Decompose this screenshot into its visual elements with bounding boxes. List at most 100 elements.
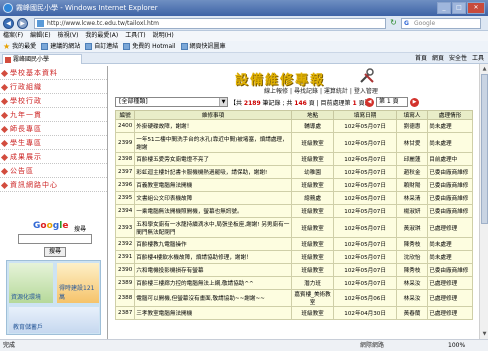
sidebar-item-notices[interactable]: 公告區 xyxy=(0,164,107,178)
status-bar: 完成 網際網路 100% xyxy=(0,339,488,351)
menu-help[interactable]: 說明(H) xyxy=(153,31,174,41)
table-row[interactable]: 2395 文書組公文印表機故障 總務處 102年05月07日 林采清 已委由廠商維修 xyxy=(114,191,473,205)
cell-subject[interactable]: 百義教室電腦無法開機 xyxy=(134,178,292,192)
favorite-item[interactable]: 自訂連結 xyxy=(85,41,118,52)
favorites-button[interactable]: ★ 我的最愛 xyxy=(3,41,36,52)
search-input[interactable]: G Google xyxy=(401,18,481,29)
sidebar-item-basic-info[interactable]: 學校基本資料 xyxy=(0,66,107,80)
table-row[interactable]: 2398 百齡樓五愛旁女廁電燈不亮了 班級教室 102年05月07日 邱麗蓮 目前處理中 xyxy=(114,152,473,166)
banner-construction[interactable]: 得時建設121萬 xyxy=(57,263,99,303)
favorite-item[interactable]: 網頁快訊圖庫 xyxy=(180,41,226,52)
cell-place: 總務處 xyxy=(290,191,335,205)
cell-date: 102年05月07日 xyxy=(333,250,397,264)
table-row[interactable]: 2394 一乘電腦無法開機照開機，螢幕也無訊號。 班級教室 102年05月07日 楊淑妍… xyxy=(114,204,473,218)
cell-subject[interactable]: 一年51二樓中間洗手台的水孔(靠近中間)被堵塞，煩請處理，謝謝 xyxy=(134,132,292,153)
cell-status: 已委由廠商維修 xyxy=(427,178,473,192)
banner-savings[interactable]: 教育儲蓄戶 xyxy=(9,307,99,333)
menu-tools[interactable]: 工具(T) xyxy=(125,31,145,41)
tab-bar: 霧峰國民小學 首頁 網頁 安全性 工具 xyxy=(0,53,488,64)
cell-subject[interactable]: 六和電機投影機損存有螢幕 xyxy=(134,263,292,277)
banner-environment[interactable]: 資源化環境 xyxy=(9,263,53,303)
sidebar-item-students[interactable]: 學生專區 xyxy=(0,136,107,150)
table-row[interactable]: 2389 百齡樓三樓廊力控的電腦無法上網,敬請協助^^ 潛力班 102年05月07日林… xyxy=(114,276,473,290)
close-button[interactable]: ✕ xyxy=(467,2,485,14)
table-header: 編號 維修事項 地點 填寫日期 填寫人 處理情形 xyxy=(114,110,473,120)
cell-subject[interactable]: 外掛硬碟故障，謝謝！ xyxy=(134,119,292,133)
table-row[interactable]: 2393 五和學女廁有一水龍持續滴水中,局張坐板座,謝謝! 另男廁有一間門無法配閉… xyxy=(114,217,473,238)
google-search-input[interactable] xyxy=(18,234,92,244)
table-row[interactable]: 2387 三孝教室電腦無法開機 班級教室 102年04月30日 黃春蘭 已處理修理 xyxy=(114,306,473,320)
address-bar: ◀ ▶ http://www.lcwe.tc.edu.tw/tailoxl.ht… xyxy=(0,16,488,31)
scroll-down-icon[interactable]: ▼ xyxy=(481,330,488,338)
cell-place: 班級教室 xyxy=(290,250,335,264)
link-stats[interactable]: 運算統計 xyxy=(324,88,348,95)
cell-date: 102年04月30日 xyxy=(333,306,397,320)
home-button[interactable]: 首頁 xyxy=(415,54,427,64)
page-select[interactable]: 第 1 頁 xyxy=(376,97,408,107)
zoom-level[interactable]: 100% xyxy=(448,340,465,351)
forward-button[interactable]: ▶ xyxy=(17,18,28,29)
prev-page-icon[interactable]: ◀ xyxy=(365,97,374,107)
back-button[interactable]: ◀ xyxy=(3,18,14,29)
cell-num: 2395 xyxy=(114,191,136,205)
category-select[interactable]: [全部種類] ▼ xyxy=(115,97,228,107)
sidebar-item-org[interactable]: 行政組織 xyxy=(0,80,107,94)
cell-subject[interactable]: 文書組公文印表機故障 xyxy=(134,191,292,205)
cell-subject[interactable]: 百齡樓三樓廊力控的電腦無法上網,敬請協助^^ xyxy=(134,276,292,290)
table-row[interactable]: 2399 一年51二樓中間洗手台的水孔(靠近中間)被堵塞，煩請處理，謝謝 班級教室 1… xyxy=(114,132,473,153)
link-icon xyxy=(180,43,188,50)
page-menu[interactable]: 網頁 xyxy=(432,54,444,64)
sidebar-item-showcase[interactable]: 成果展示 xyxy=(0,150,107,164)
minimize-button[interactable]: _ xyxy=(437,2,451,14)
link-search[interactable]: 尋找記錄 xyxy=(294,88,318,95)
link-login[interactable]: 登入管理 xyxy=(354,88,378,95)
google-search-button[interactable]: 搜尋 xyxy=(44,247,66,257)
table-row[interactable]: 2388 電腦可以開機,但螢幕沒有畫面,敬請協助~~謝謝~~ 嘉賓樓_美術教室 102… xyxy=(114,289,473,307)
table-row[interactable]: 2391 百齡樓4樓飲水機故障，煩請協助修理，謝謝！ 班級教室 102年05月07日沈… xyxy=(114,250,473,264)
link-report[interactable]: 線上報修 xyxy=(264,88,288,95)
sidebar-item-curriculum[interactable]: 九年一貫 xyxy=(0,108,107,122)
pager: ◀ 第 1 頁 ▶ xyxy=(365,97,419,107)
tools-menu[interactable]: 工具 xyxy=(472,54,484,64)
cell-subject[interactable]: 一乘電腦無法開機照開機，螢幕也無訊號。 xyxy=(134,204,292,218)
cell-num: 2396 xyxy=(114,178,136,192)
table-row[interactable]: 2390 六和電機投影機損存有螢幕 班級教室 102年05月07日 陳秀枝 已委由廠商維修 xyxy=(114,263,473,277)
sidebar-item-it-center[interactable]: 資訊網路中心 xyxy=(0,178,107,192)
menu-file[interactable]: 檔案(F) xyxy=(3,31,23,41)
menu-favorites[interactable]: 我的最愛(A) xyxy=(85,31,118,41)
url-field[interactable]: http://www.lcwe.tc.edu.tw/tailoxl.htm xyxy=(34,18,386,29)
cell-status: 已委由廠商維修 xyxy=(427,263,473,277)
table-row[interactable]: 2397 彩虹迴主樓計記書卡服機機熱過罷吸，請保助，謝謝! 幼稚園 102年05月07… xyxy=(114,165,473,179)
main-panel: 設備維修專報 線上報修 | 尋找記錄 | 運算統計 | 登入管理 [全部種類] ▼ 【… xyxy=(110,64,479,339)
table-row[interactable]: 2392 百齡樓教九電腦操作 班級教室 102年05月07日 陳秀枝 尚未處理 xyxy=(114,237,473,251)
cell-subject[interactable]: 百齡樓4樓飲水機故障，煩請協助修理，謝謝！ xyxy=(134,250,292,264)
cell-subject[interactable]: 五和學女廁有一水龍持續滴水中,局張坐板座,謝謝! 另男廁有一間門無法配閉門 xyxy=(134,217,292,238)
col-num: 編號 xyxy=(114,110,136,120)
menu-view[interactable]: 檢視(V) xyxy=(58,31,79,41)
refresh-icon[interactable]: ↻ xyxy=(388,18,399,29)
cell-status: 已處理修理 xyxy=(427,289,473,307)
next-page-icon[interactable]: ▶ xyxy=(410,97,419,107)
sidebar-item-admin[interactable]: 學校行政 xyxy=(0,94,107,108)
cell-user: 黃春蘭 xyxy=(395,306,429,320)
table-row[interactable]: 2396 百義教室電腦無法開機 班級教室 102年05月07日 賴財陽 已委由廠商維修 xyxy=(114,178,473,192)
maximize-button[interactable]: □ xyxy=(452,2,466,14)
cell-subject[interactable]: 三孝教室電腦無法開機 xyxy=(134,306,292,320)
cell-subject[interactable]: 電腦可以開機,但螢幕沒有畫面,敬請協助~~謝謝~~ xyxy=(134,289,292,307)
scroll-up-icon[interactable]: ▲ xyxy=(481,65,488,73)
menu-edit[interactable]: 編輯(E) xyxy=(30,31,50,41)
favorite-item[interactable]: 建議的網站 xyxy=(41,41,80,52)
cell-user: 陳秀枝 xyxy=(395,237,429,251)
safety-menu[interactable]: 安全性 xyxy=(449,54,467,64)
cell-subject[interactable]: 百齡樓五愛旁女廁電燈不亮了 xyxy=(134,152,292,166)
cell-subject[interactable]: 百齡樓教九電腦操作 xyxy=(134,237,292,251)
sidebar-item-teachers[interactable]: 師長專區 xyxy=(0,122,107,136)
cell-subject[interactable]: 彩虹迴主樓計記書卡服機機熱過罷吸，請保助，謝謝! xyxy=(134,165,292,179)
cell-user: 林甘愛 xyxy=(395,132,429,153)
scroll-thumb[interactable] xyxy=(481,74,488,224)
table-row[interactable]: 2400 外掛硬碟故障，謝謝！ 輔導處 102年05月07日 劉德惠 尚未處理 xyxy=(114,119,473,133)
favorite-item[interactable]: 免費的 Hotmail xyxy=(123,41,176,52)
vertical-scrollbar[interactable]: ▲ ▼ xyxy=(479,64,488,339)
cell-num: 2392 xyxy=(114,237,136,251)
tab-school[interactable]: 霧峰國民小學 xyxy=(2,54,82,64)
